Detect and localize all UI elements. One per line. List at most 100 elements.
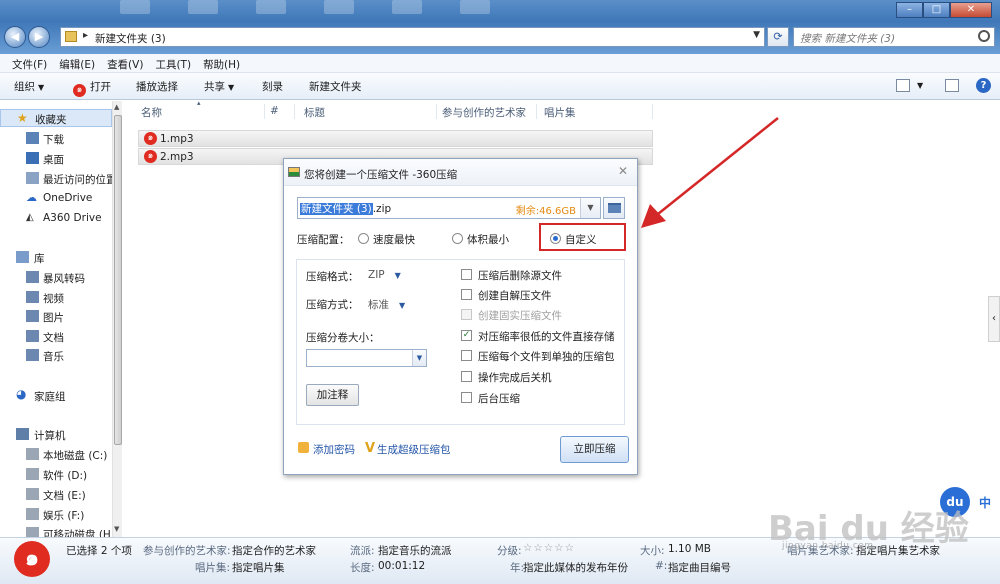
method-dropdown[interactable]: 标准 ▼ <box>368 297 405 312</box>
sidebar-item-label: 娱乐 (F:) <box>43 510 85 522</box>
address-bar[interactable]: ▸ 新建文件夹 (3) ▼ <box>60 27 765 47</box>
maximize-button[interactable]: □ <box>923 2 950 18</box>
menu-view[interactable]: 查看(V) <box>101 54 149 72</box>
column-artist[interactable]: 参与创作的艺术家 <box>442 105 526 120</box>
year-value[interactable]: 指定此媒体的发布年份 <box>523 560 628 575</box>
checkbox-sfx[interactable] <box>461 289 472 300</box>
checkbox-store-low[interactable]: ✓ <box>461 330 472 341</box>
dialog-title: 您将创建一个压缩文件 -360压缩 <box>304 169 458 181</box>
column-album[interactable]: 唱片集 <box>544 105 576 120</box>
column-divider[interactable] <box>536 104 537 119</box>
forward-icon[interactable]: ▶ <box>28 26 50 48</box>
sidebar-item-label: 桌面 <box>43 154 64 166</box>
library-icon <box>16 251 29 263</box>
column-name[interactable]: 名称 <box>141 105 162 120</box>
opt-each-file-label: 压缩每个文件到单独的压缩包 <box>478 351 615 363</box>
scrollbar-thumb[interactable] <box>114 115 122 445</box>
year-key: 年: <box>510 562 525 574</box>
sidebar-item-favorites[interactable]: ★ 收藏夹 <box>0 109 112 127</box>
checkbox-each-file[interactable] <box>461 350 472 361</box>
sidebar-item-label: 文档 (E:) <box>43 490 86 502</box>
thumbnail <box>392 0 422 14</box>
organize-button[interactable]: 组织 ▼ <box>14 79 44 94</box>
chevron-right-icon: ▸ <box>83 30 89 41</box>
help-icon[interactable]: ? <box>976 78 991 93</box>
scroll-down-icon[interactable]: ▼ <box>114 525 119 533</box>
chevron-down-icon[interactable]: ▼ <box>753 30 760 40</box>
column-divider[interactable] <box>436 104 437 119</box>
minimize-button[interactable]: – <box>896 2 923 18</box>
column-divider[interactable] <box>652 104 653 119</box>
share-button[interactable]: 共享 ▼ <box>204 79 234 94</box>
radio-small[interactable] <box>452 233 463 244</box>
checkbox-delete-source[interactable] <box>461 269 472 280</box>
chevron-down-icon[interactable]: ▼ <box>580 198 600 218</box>
format-dropdown[interactable]: ZIP ▼ <box>368 269 401 281</box>
add-comment-button[interactable]: 加注释 <box>306 384 359 406</box>
opt-store-low-label: 对压缩率很低的文件直接存储 <box>478 331 615 343</box>
archive-name-ext: .zip <box>372 203 392 215</box>
thumbnail <box>188 0 218 14</box>
open-button[interactable]: ๑ 打开 <box>73 79 111 97</box>
annotation-highlight-box <box>539 223 626 251</box>
burn-button[interactable]: 刻录 <box>262 79 283 94</box>
add-password-link[interactable]: 添加密码 <box>313 442 355 457</box>
split-size-select[interactable]: ▼ <box>306 349 427 367</box>
browse-folder-button[interactable] <box>603 197 625 219</box>
column-number[interactable]: # <box>270 105 279 117</box>
rating-stars[interactable]: ☆☆☆☆☆ <box>523 542 575 554</box>
super-package-link[interactable]: 生成超级压缩包 <box>377 442 451 457</box>
column-divider[interactable] <box>264 104 265 119</box>
archive-name-field[interactable]: 新建文件夹 (3).zip 剩余:46.6GB ▼ <box>297 197 601 219</box>
view-options-icon[interactable] <box>896 79 910 92</box>
thumbnail <box>460 0 490 14</box>
genre-key: 流派: <box>350 545 375 557</box>
sidebar-item-label: OneDrive <box>43 192 93 204</box>
close-button[interactable]: ✕ <box>950 2 992 18</box>
homegroup-icon: ◕ <box>16 387 27 401</box>
checkbox-background[interactable] <box>461 392 472 403</box>
checkbox-solid <box>461 309 472 320</box>
preview-pane-icon[interactable] <box>945 79 959 92</box>
column-divider[interactable] <box>294 104 295 119</box>
share-label: 共享 <box>204 81 225 93</box>
command-toolbar: 组织 ▼ ๑打开 播放选择 共享 ▼ 刻录 新建文件夹 ▼ ? <box>0 73 1000 100</box>
download-folder-icon <box>26 132 39 144</box>
method-value: 标准 <box>368 299 389 311</box>
column-title[interactable]: 标题 <box>304 105 325 120</box>
sidebar-item-label: 家庭组 <box>34 391 66 403</box>
close-icon[interactable]: ✕ <box>618 164 628 178</box>
radio-fast[interactable] <box>358 233 369 244</box>
track-value[interactable]: 指定曲目编号 <box>668 560 731 575</box>
search-placeholder: 搜索 新建文件夹 (3) <box>800 33 896 45</box>
computer-icon <box>16 428 29 440</box>
arrow-shaft <box>657 117 779 215</box>
sidebar-scrollbar[interactable]: ▲ ▼ <box>112 101 122 537</box>
list-item[interactable]: ๑ 1.mp3 <box>138 130 653 147</box>
back-icon[interactable]: ◀ <box>4 26 26 48</box>
genre-value[interactable]: 指定音乐的流派 <box>378 543 452 558</box>
chevron-down-icon[interactable]: ▼ <box>412 350 426 366</box>
scroll-up-icon[interactable]: ▲ <box>114 103 119 111</box>
menu-file[interactable]: 文件(F) <box>6 54 53 72</box>
artist-value[interactable]: 指定合作的艺术家 <box>232 543 316 558</box>
file-name: 2.mp3 <box>160 151 194 163</box>
search-input[interactable]: 搜索 新建文件夹 (3) <box>793 27 995 47</box>
chevron-down-icon[interactable]: ▼ <box>917 81 923 90</box>
compress-dialog: 您将创建一个压缩文件 -360压缩 ✕ 新建文件夹 (3).zip 剩余:46.… <box>283 158 638 475</box>
chevron-left-icon[interactable]: ‹ <box>988 296 1000 342</box>
taskbar-thumbnails <box>120 0 490 14</box>
new-folder-button[interactable]: 新建文件夹 <box>309 79 362 94</box>
watermark-url: jingyan.baidu.com <box>782 541 874 551</box>
album-value[interactable]: 指定唱片集 <box>232 560 285 575</box>
refresh-button[interactable]: ⟳ <box>767 27 789 47</box>
menu-edit[interactable]: 编辑(E) <box>53 54 101 72</box>
play-selection-button[interactable]: 播放选择 <box>136 79 178 94</box>
menu-help[interactable]: 帮助(H) <box>197 54 246 72</box>
remaining-space: 剩余:46.6GB <box>515 206 576 217</box>
desktop-icon <box>26 152 39 164</box>
window-controls: – □ ✕ <box>896 2 992 18</box>
menu-tools[interactable]: 工具(T) <box>149 54 197 72</box>
checkbox-shutdown[interactable] <box>461 371 472 382</box>
compress-now-button[interactable]: 立即压缩 <box>560 436 629 463</box>
